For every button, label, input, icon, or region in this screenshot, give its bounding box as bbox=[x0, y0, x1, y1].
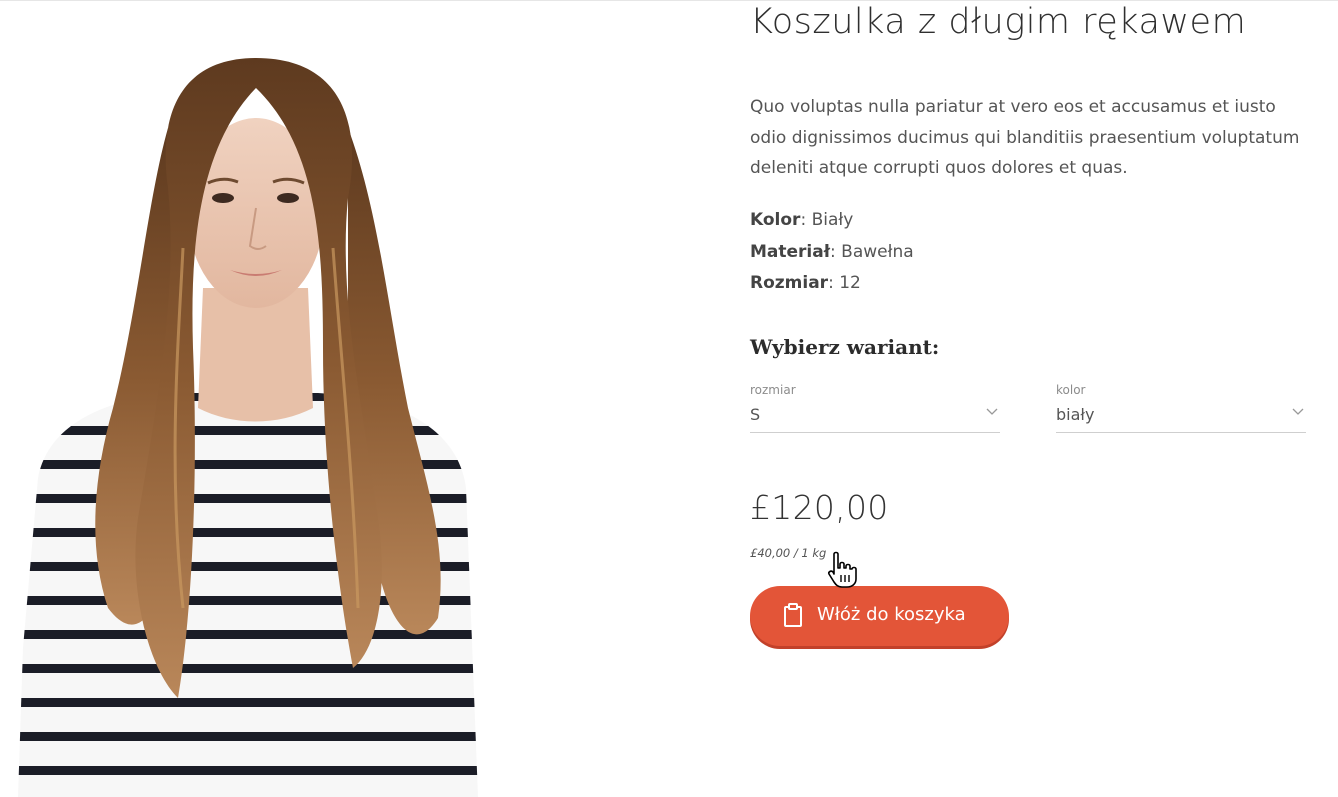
product-attributes: Kolor: Biały Materiał: Bawełna Rozmiar: … bbox=[750, 205, 914, 300]
chevron-down-icon bbox=[986, 408, 998, 415]
attribute-value: : Bawełna bbox=[830, 241, 914, 262]
attribute-key: Rozmiar bbox=[750, 273, 829, 293]
color-select-value: biały bbox=[1056, 405, 1095, 424]
hand-pointer-icon bbox=[828, 551, 857, 588]
color-select[interactable]: kolor biały bbox=[1056, 383, 1306, 433]
add-to-cart-label: Włóż do koszyka bbox=[817, 604, 966, 625]
chevron-down-icon bbox=[1292, 408, 1304, 415]
size-select-value: S bbox=[750, 405, 761, 424]
attribute-value: : 12 bbox=[828, 273, 861, 293]
attribute-color: Kolor: Biały bbox=[750, 205, 914, 237]
product-image bbox=[18, 48, 488, 797]
product-title: Koszulka z długim rękawem bbox=[750, 2, 1247, 42]
product-page: Koszulka z długim rękawem Quo voluptas n… bbox=[0, 0, 1338, 797]
size-select-label: rozmiar bbox=[750, 383, 796, 397]
attribute-key: Materiał bbox=[750, 241, 831, 262]
color-select-label: kolor bbox=[1056, 383, 1086, 397]
attribute-key: Kolor bbox=[750, 210, 801, 230]
attribute-value: : Biały bbox=[800, 210, 854, 230]
attribute-size: Rozmiar: 12 bbox=[750, 268, 914, 300]
product-description: Quo voluptas nulla pariatur at vero eos … bbox=[750, 97, 1300, 178]
attribute-material: Materiał: Bawełna bbox=[750, 237, 914, 269]
product-price: £120,00 bbox=[750, 488, 889, 527]
shopping-bag-icon bbox=[784, 603, 802, 627]
unit-price: £40,00 / 1 kg bbox=[750, 546, 827, 560]
top-divider bbox=[0, 0, 1338, 1]
add-to-cart-button[interactable]: Włóż do koszyka bbox=[750, 586, 1009, 646]
variant-heading: Wybierz wariant: bbox=[750, 335, 940, 359]
size-select[interactable]: rozmiar S bbox=[750, 383, 1000, 433]
